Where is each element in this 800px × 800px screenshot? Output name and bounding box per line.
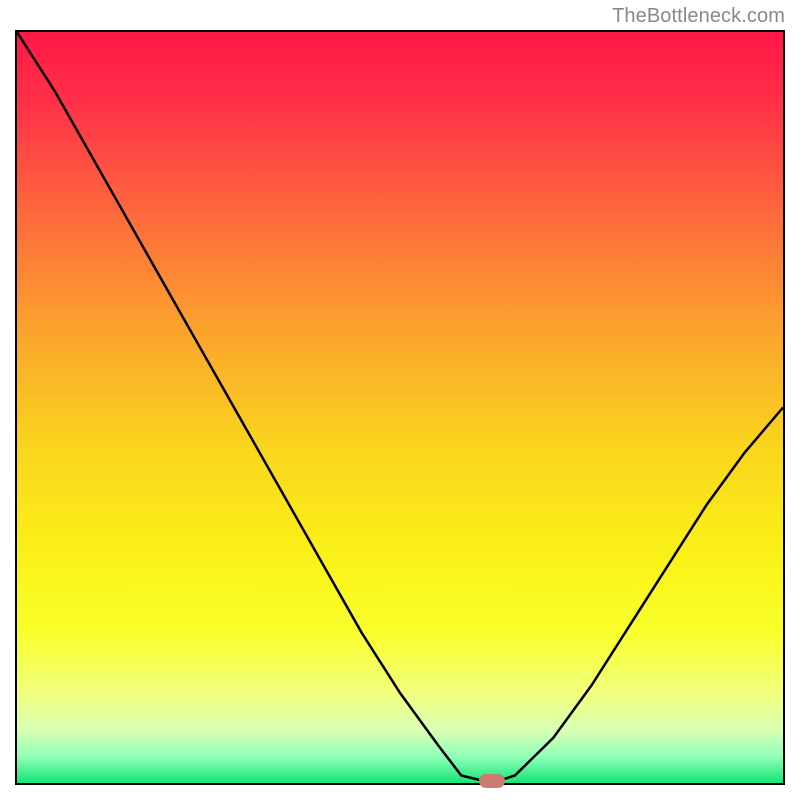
bottleneck-marker [479,774,505,788]
chart-curve [17,32,783,783]
watermark-text: TheBottleneck.com [612,5,785,28]
chart-frame [15,30,785,785]
